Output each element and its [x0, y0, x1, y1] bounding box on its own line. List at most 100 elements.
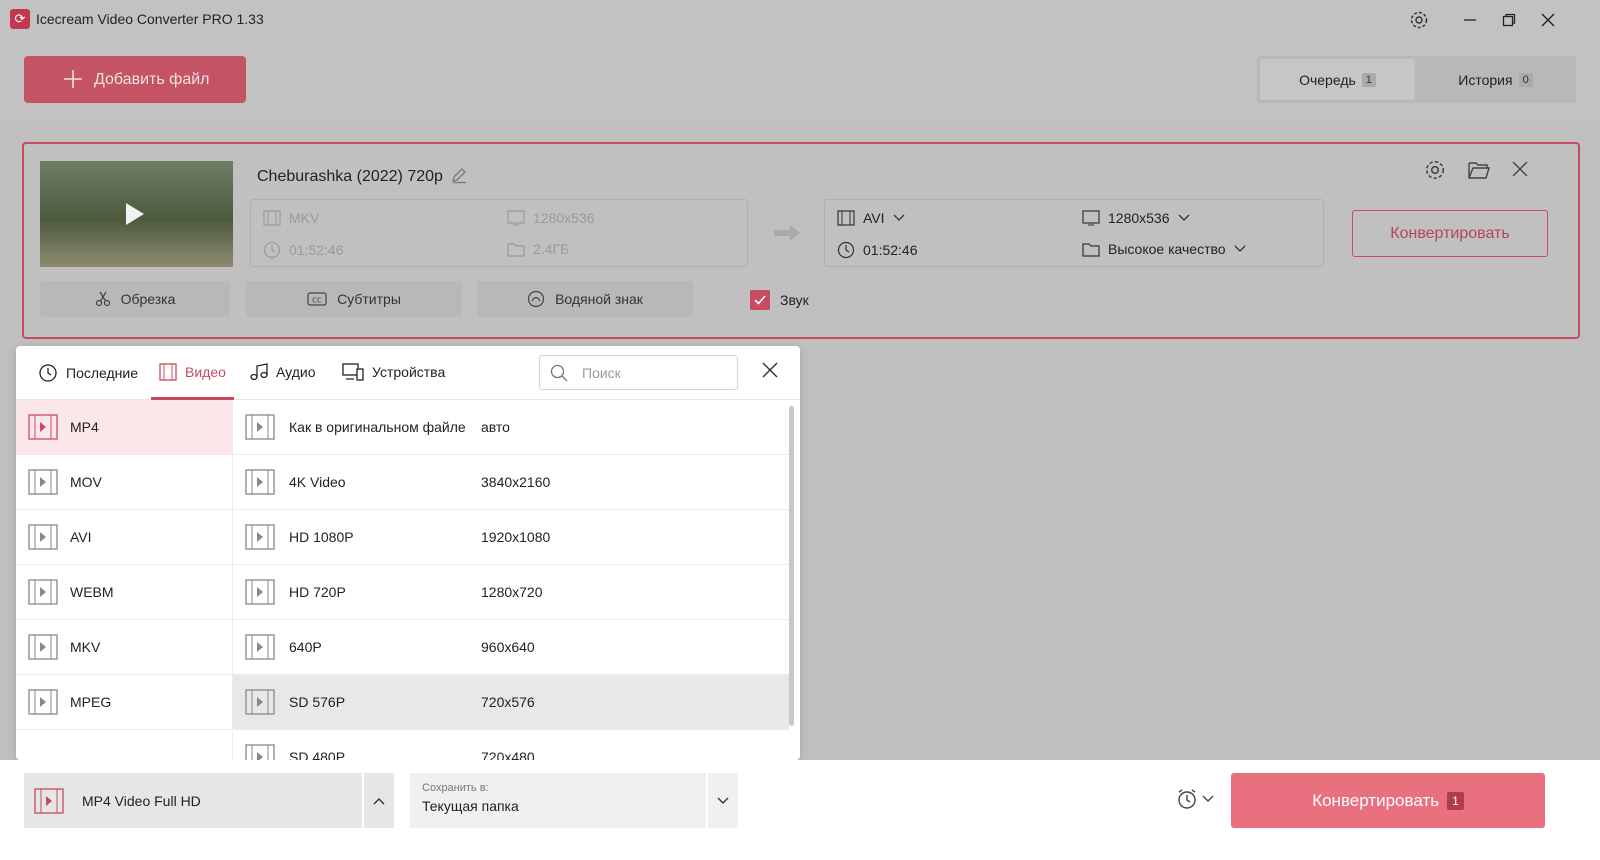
schedule-button[interactable] [1176, 788, 1214, 810]
video-file-icon [28, 414, 58, 440]
sound-toggle[interactable]: Звук [750, 290, 809, 310]
tab-queue[interactable]: Очередь 1 [1260, 59, 1415, 100]
video-file-icon [245, 469, 275, 495]
preset-name: SD 576P [289, 694, 346, 710]
format-item-mp4[interactable]: MP4 [16, 400, 232, 455]
preset-name: 4K Video [289, 474, 346, 490]
tab-devices-label: Устройства [372, 364, 446, 380]
format-list: MP4 MOV AVI WEBM MKV MPEG [16, 400, 232, 760]
preset-resolution: 1920x1080 [481, 529, 551, 545]
target-quality-text: Высокое качество [1108, 241, 1226, 257]
tab-devices[interactable]: Устройства [342, 363, 445, 381]
monitor-icon [1082, 210, 1100, 226]
tab-recent[interactable]: Последние [38, 363, 138, 383]
open-folder-icon[interactable] [1467, 159, 1491, 181]
preset-resolution: авто [481, 419, 510, 435]
close-popup-icon[interactable] [762, 362, 778, 378]
source-size: 2.4ГБ [507, 241, 569, 257]
chevron-down-icon [717, 797, 729, 804]
format-label: WEBM [70, 584, 114, 600]
subtitles-button[interactable]: CC Субтитры [246, 281, 462, 317]
source-resolution-text: 1280x536 [533, 210, 595, 226]
preset-item[interactable]: 640P 960x640 [233, 620, 789, 675]
alarm-clock-icon [1178, 789, 1196, 809]
format-search-input[interactable]: Поиск [539, 355, 738, 390]
target-duration-text: 01:52:46 [863, 242, 918, 258]
chevron-down-icon [1178, 214, 1189, 221]
preset-item[interactable]: SD 480P 720x480 [233, 730, 789, 760]
file-settings-gear-icon[interactable] [1424, 159, 1446, 181]
convert-file-button[interactable]: Конвертировать [1352, 210, 1548, 257]
add-file-button[interactable]: Добавить файл [24, 56, 246, 103]
format-category-tabs: Последние Видео Аудио Устройства Поиск [16, 346, 800, 400]
preset-item[interactable]: Как в оригинальном файле авто [233, 400, 789, 455]
subtitles-icon: CC [307, 292, 327, 306]
format-label: AVI [70, 529, 92, 545]
tab-video[interactable]: Видео [159, 363, 226, 381]
video-thumbnail[interactable] [40, 161, 233, 267]
format-item-mkv[interactable]: MKV [16, 620, 232, 675]
convert-all-count: 1 [1447, 791, 1464, 810]
history-icon [39, 364, 57, 382]
tab-queue-label: Очередь [1299, 71, 1356, 88]
sound-checkbox[interactable] [750, 290, 770, 310]
format-item-mov[interactable]: MOV [16, 455, 232, 510]
file-card: Cheburashka (2022) 720p MKV 1280x536 01:… [22, 142, 1580, 339]
source-format: MKV [263, 210, 319, 226]
minimize-icon[interactable] [1456, 6, 1484, 34]
tab-history[interactable]: История 0 [1418, 59, 1573, 100]
watermark-label: Водяной знак [555, 291, 643, 307]
title-bar: ⟳ Icecream Video Converter PRO 1.33 [0, 0, 1600, 40]
video-file-icon [245, 689, 275, 715]
format-item-mpeg[interactable]: MPEG [16, 675, 232, 730]
video-file-icon [34, 787, 64, 814]
preset-item[interactable]: HD 720P 1280x720 [233, 565, 789, 620]
format-label: MKV [70, 639, 101, 655]
tab-audio-label: Аудио [276, 364, 316, 380]
preset-item[interactable]: SD 576P 720x576 [233, 675, 789, 730]
tab-video-label: Видео [185, 364, 226, 380]
video-file-icon [28, 469, 58, 495]
restore-icon[interactable] [1495, 6, 1523, 34]
target-format-dropdown[interactable]: AVI [837, 210, 905, 226]
convert-all-button[interactable]: Конвертировать 1 [1231, 773, 1545, 828]
preset-item[interactable]: 4K Video 3840x2160 [233, 455, 789, 510]
preset-list: Как в оригинальном файле авто 4K Video 3… [232, 400, 789, 760]
preset-name: Как в оригинальном файле [289, 419, 466, 435]
view-tabs: Очередь 1 История 0 [1257, 56, 1576, 103]
preset-selector[interactable]: MP4 Video Full HD [24, 773, 362, 828]
music-note-icon [250, 363, 268, 381]
convert-all-label: Конвертировать [1312, 790, 1440, 810]
save-location-dropdown[interactable] [708, 773, 738, 828]
file-name: Cheburashka (2022) 720p [257, 168, 443, 185]
preset-item[interactable]: HD 1080P 1920x1080 [233, 510, 789, 565]
target-resolution-dropdown[interactable]: 1280x536 [1082, 210, 1190, 226]
preset-name: HD 720P [289, 584, 346, 600]
tab-audio[interactable]: Аудио [250, 363, 316, 381]
preset-resolution: 3840x2160 [481, 474, 551, 490]
preset-selector-label: MP4 Video Full HD [82, 792, 201, 809]
trim-button[interactable]: Обрезка [40, 281, 230, 317]
close-window-icon[interactable] [1534, 6, 1562, 34]
settings-gear-icon[interactable] [1405, 6, 1433, 34]
chevron-down-icon [1202, 795, 1214, 802]
film-icon [837, 210, 855, 226]
watermark-button[interactable]: Водяной знак [477, 281, 693, 317]
target-quality-dropdown[interactable]: Высокое качество [1082, 241, 1246, 257]
format-item-webm[interactable]: WEBM [16, 565, 232, 620]
save-location-selector[interactable]: Сохранить в: Текущая папка [410, 773, 706, 828]
edit-pencil-icon[interactable] [450, 166, 468, 184]
format-item-avi[interactable]: AVI [16, 510, 232, 565]
preset-toggle-button[interactable] [364, 773, 394, 828]
tab-history-count: 0 [1518, 72, 1533, 87]
folder-icon [1082, 243, 1100, 257]
film-icon [159, 363, 177, 381]
remove-file-close-icon[interactable] [1512, 161, 1528, 177]
save-location-value: Текущая папка [422, 798, 519, 814]
watermark-icon [527, 290, 545, 308]
preset-scrollbar[interactable] [789, 406, 794, 726]
sound-label: Звук [780, 292, 809, 308]
play-icon [126, 203, 144, 225]
format-label: MOV [70, 474, 102, 490]
tab-queue-count: 1 [1361, 72, 1376, 87]
